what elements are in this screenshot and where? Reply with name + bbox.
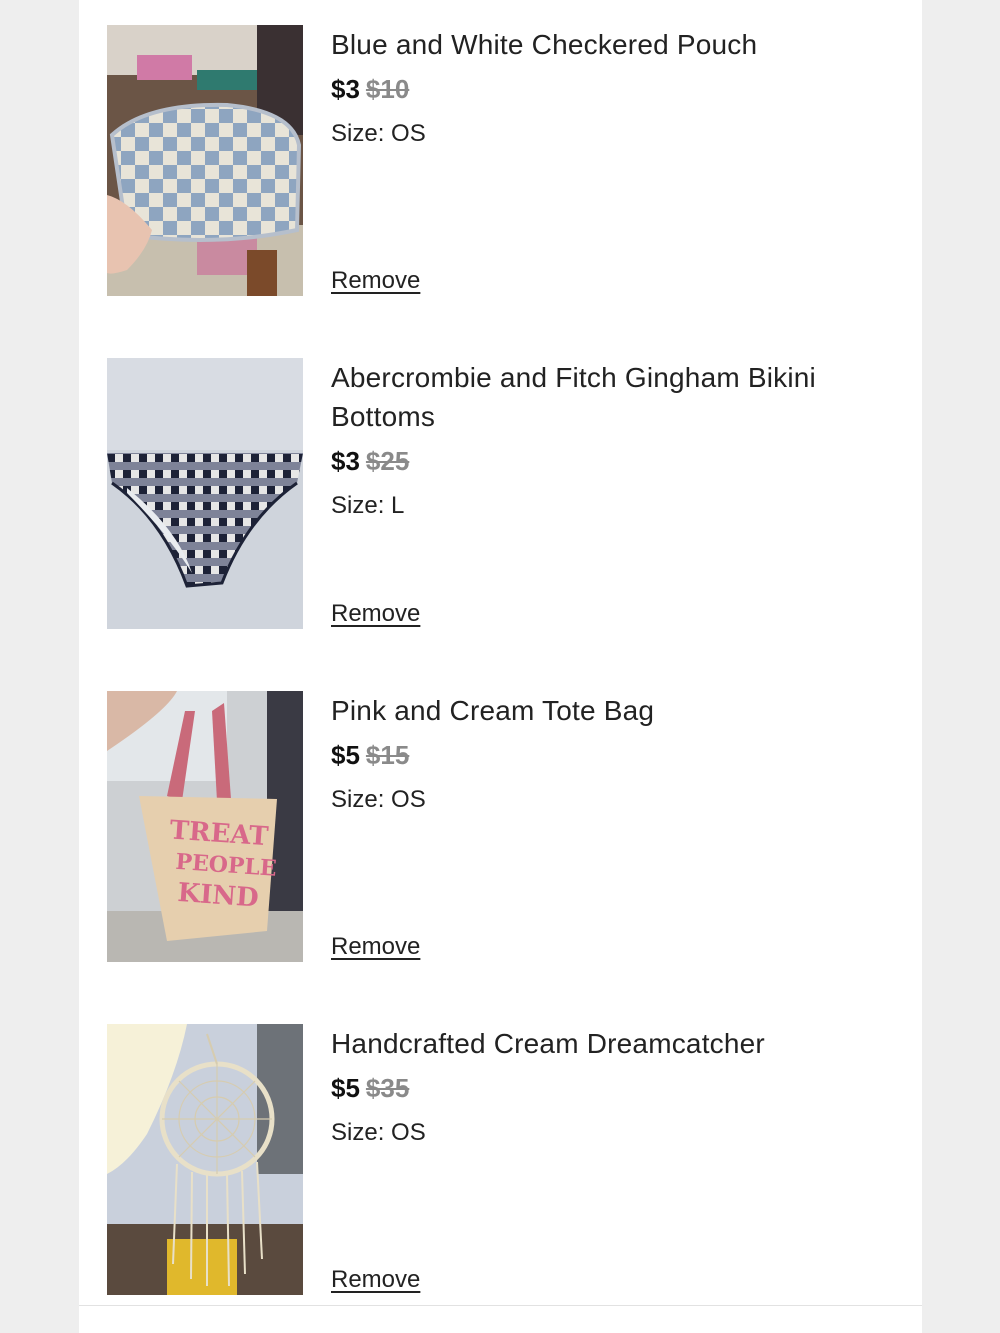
original-price: $15 [365, 740, 410, 770]
remove-button[interactable]: Remove [331, 932, 420, 962]
item-info: Handcrafted Cream Dreamcatcher $5 $35 Siz… [331, 1024, 891, 1295]
remove-button[interactable]: Remove [331, 599, 420, 629]
product-image-gingham-bikini[interactable] [107, 358, 303, 629]
cart-item: Handcrafted Cream Dreamcatcher $5 $35 Siz… [107, 1024, 887, 1295]
cart-item: Abercrombie and Fitch Gingham Bikini Bot… [107, 358, 887, 629]
original-price: $35 [365, 1073, 410, 1103]
cart-item: Blue and White Checkered Pouch $3 $10 Siz… [107, 25, 887, 296]
item-info: Blue and White Checkered Pouch $3 $10 Siz… [331, 25, 891, 296]
size-label: Size: OS [331, 786, 426, 813]
price-row: $5 $35 [331, 1071, 891, 1105]
item-title[interactable]: Abercrombie and Fitch Gingham Bikini Bot… [331, 358, 891, 436]
svg-text:KIND: KIND [177, 878, 260, 914]
divider [79, 1305, 922, 1306]
size-label: Size: OS [331, 1119, 426, 1146]
price-row: $3 $10 [331, 72, 891, 106]
remove-button[interactable]: Remove [331, 266, 420, 296]
sale-price: $3 [331, 74, 360, 104]
original-price: $25 [365, 446, 410, 476]
sale-price: $5 [331, 1073, 360, 1103]
item-title[interactable]: Handcrafted Cream Dreamcatcher [331, 1024, 891, 1063]
size-label: Size: OS [331, 120, 426, 147]
remove-button[interactable]: Remove [331, 1265, 420, 1295]
size-label: Size: L [331, 492, 405, 519]
product-image-tote-bag[interactable]: TREAT PEOPLE KIND [107, 691, 303, 962]
item-info: Pink and Cream Tote Bag $5 $15 Size: OS R… [331, 691, 891, 962]
item-info: Abercrombie and Fitch Gingham Bikini Bot… [331, 358, 891, 629]
original-price: $10 [365, 74, 410, 104]
product-image-dreamcatcher[interactable] [107, 1024, 303, 1295]
product-image-checkered-pouch[interactable] [107, 25, 303, 296]
cart-item: TREAT PEOPLE KIND Pink and Cream Tote Ba… [107, 691, 887, 962]
sale-price: $5 [331, 740, 360, 770]
sale-price: $3 [331, 446, 360, 476]
price-row: $3 $25 [331, 444, 891, 478]
item-title[interactable]: Pink and Cream Tote Bag [331, 691, 891, 730]
price-row: $5 $15 [331, 738, 891, 772]
item-title[interactable]: Blue and White Checkered Pouch [331, 25, 891, 64]
